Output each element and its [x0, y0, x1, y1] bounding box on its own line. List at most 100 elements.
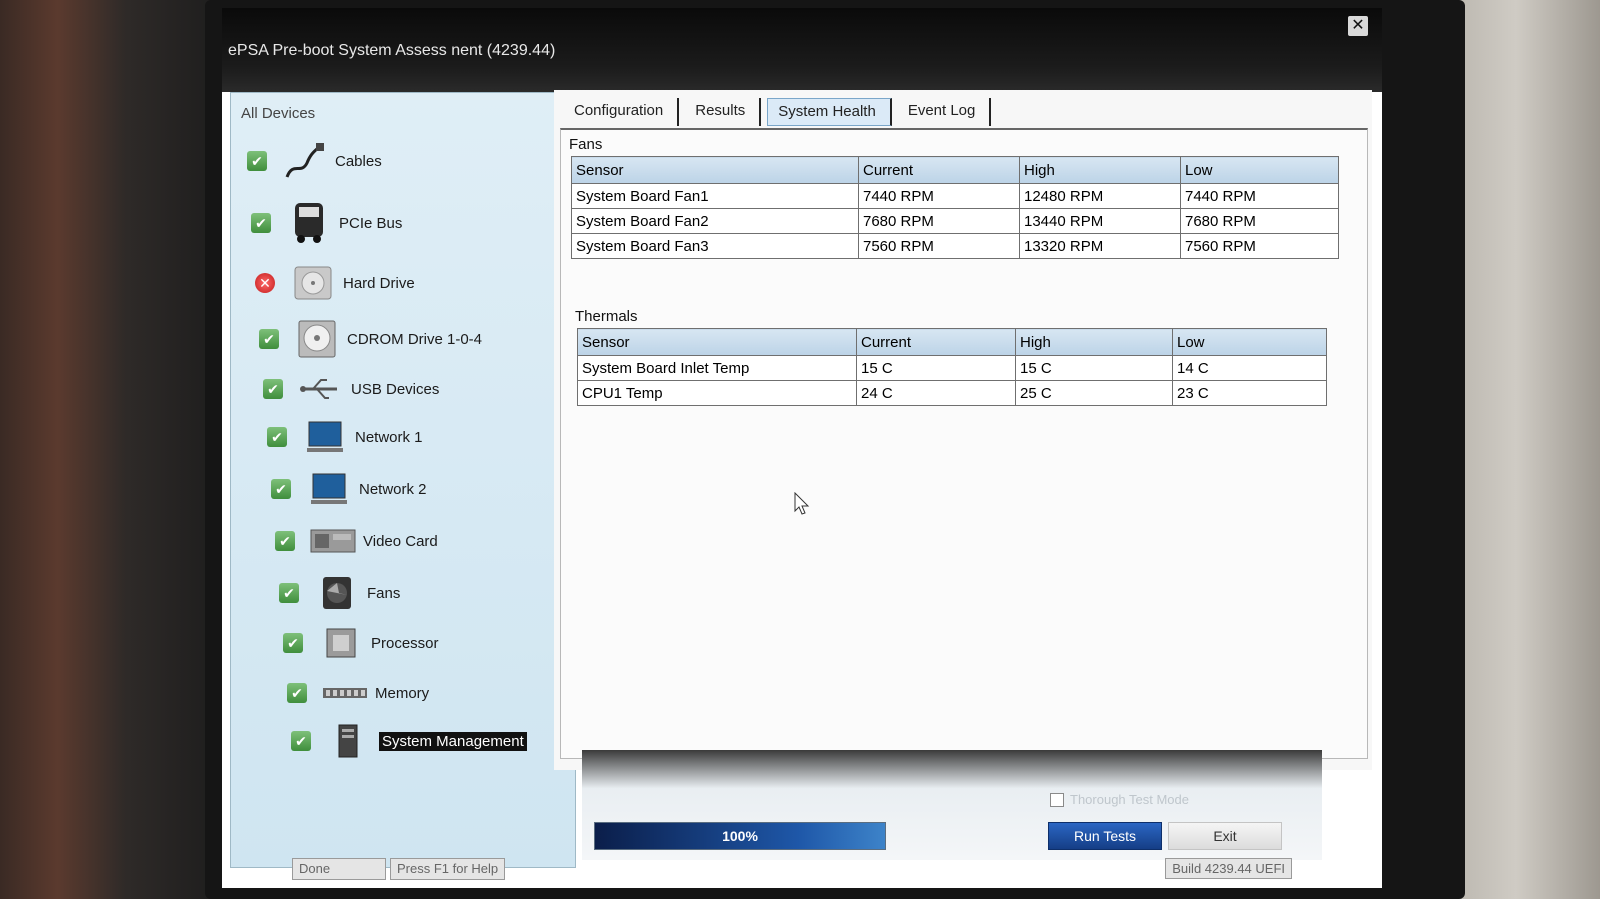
pass-check-icon: ✔ — [267, 427, 287, 447]
pass-check-icon: ✔ — [259, 329, 279, 349]
device-list-panel: All Devices ✔ Cables ✔ PCIe Bus ✕ Hard D… — [230, 92, 576, 868]
pass-check-icon: ✔ — [283, 633, 303, 653]
table-cell: 7440 RPM — [858, 183, 1020, 209]
content-area: Configuration Results System Health Even… — [554, 90, 1372, 770]
fail-x-icon: ✕ — [255, 273, 275, 293]
table-cell: 25 C — [1015, 380, 1173, 406]
thorough-test-label: Thorough Test Mode — [1070, 792, 1189, 807]
pass-check-icon: ✔ — [275, 531, 295, 551]
epsa-window: ePSA Pre-boot System Assess nent (4239.4… — [222, 8, 1382, 888]
column-header: Sensor — [577, 328, 857, 356]
table-header-row: Sensor Current High Low — [571, 156, 1339, 184]
pass-check-icon: ✔ — [271, 479, 291, 499]
table-header-row: Sensor Current High Low — [577, 328, 1327, 356]
table-cell: System Board Fan1 — [571, 183, 859, 209]
pass-check-icon: ✔ — [247, 151, 267, 171]
table-cell: 7680 RPM — [858, 208, 1020, 234]
column-header: High — [1019, 156, 1181, 184]
table-cell: 24 C — [856, 380, 1016, 406]
cable-icon — [281, 141, 329, 181]
table-cell: System Board Inlet Temp — [577, 355, 857, 381]
column-header: Sensor — [571, 156, 859, 184]
pcie-bus-icon — [285, 203, 333, 243]
device-item-network-2[interactable]: ✔ Network 2 — [271, 469, 427, 509]
memory-icon — [321, 673, 369, 713]
progress-label: 100% — [722, 828, 758, 844]
device-item-pcie-bus[interactable]: ✔ PCIe Bus — [251, 203, 402, 243]
build-info: Build 4239.44 UEFI — [1165, 858, 1292, 879]
device-item-cdrom[interactable]: ✔ CDROM Drive 1-0-4 — [259, 319, 482, 359]
table-row: System Board Fan3 7560 RPM 13320 RPM 756… — [571, 233, 1339, 259]
device-item-usb[interactable]: ✔ USB Devices — [263, 369, 439, 409]
column-header: Current — [858, 156, 1020, 184]
device-item-fans[interactable]: ✔ Fans — [279, 573, 400, 613]
status-bar: Done Press F1 for Help Build 4239.44 UEF… — [292, 858, 1382, 880]
table-cell: 7560 RPM — [858, 233, 1020, 259]
table-cell: 23 C — [1172, 380, 1327, 406]
title-bar: ePSA Pre-boot System Assess nent (4239.4… — [222, 8, 1382, 92]
column-header: High — [1015, 328, 1173, 356]
device-label: Video Card — [363, 532, 438, 550]
table-cell: 14 C — [1172, 355, 1327, 381]
help-hint: Press F1 for Help — [390, 858, 506, 880]
thorough-test-mode[interactable]: Thorough Test Mode — [1050, 792, 1189, 807]
table-row: System Board Fan2 7680 RPM 13440 RPM 768… — [571, 208, 1339, 234]
tab-configuration[interactable]: Configuration — [564, 98, 680, 126]
device-item-memory[interactable]: ✔ Memory — [287, 673, 429, 713]
device-label: USB Devices — [351, 380, 440, 398]
window-title: ePSA Pre-boot System Assess nent (4239.4… — [228, 42, 556, 59]
thorough-test-checkbox[interactable] — [1050, 792, 1064, 807]
usb-icon — [297, 369, 345, 409]
exit-button[interactable]: Exit — [1168, 822, 1282, 850]
tab-results[interactable]: Results — [685, 98, 762, 126]
pass-check-icon: ✔ — [291, 731, 311, 751]
run-tests-button[interactable]: Run Tests — [1048, 822, 1162, 850]
fans-table: Sensor Current High Low System Board Fan… — [571, 156, 1339, 259]
fans-section-title: Fans — [569, 136, 603, 153]
table-row: System Board Inlet Temp 15 C 15 C 14 C — [577, 355, 1327, 381]
device-label: Cables — [335, 152, 382, 170]
pass-check-icon: ✔ — [263, 379, 283, 399]
device-label: PCIe Bus — [339, 214, 403, 232]
table-cell: 7440 RPM — [1180, 183, 1339, 209]
background-left — [0, 0, 230, 899]
table-cell: CPU1 Temp — [577, 380, 857, 406]
table-cell: 12480 RPM — [1019, 183, 1181, 209]
system-health-panel: Fans Sensor Current High Low System Boar… — [560, 128, 1368, 759]
tab-system-health[interactable]: System Health — [767, 98, 892, 126]
device-label: Processor — [371, 634, 439, 652]
cdrom-icon — [293, 319, 341, 359]
close-button[interactable]: ✕ — [1348, 16, 1368, 36]
device-item-video-card[interactable]: ✔ Video Card — [275, 521, 438, 561]
device-label: Hard Drive — [343, 274, 415, 292]
device-label-selected: System Management — [379, 731, 527, 751]
table-cell: 15 C — [1015, 355, 1173, 381]
table-cell: System Board Fan3 — [571, 233, 859, 259]
pass-check-icon: ✔ — [287, 683, 307, 703]
tab-event-log[interactable]: Event Log — [898, 98, 992, 126]
processor-icon — [317, 623, 365, 663]
mouse-cursor-icon — [794, 492, 810, 515]
table-cell: 15 C — [856, 355, 1016, 381]
video-card-icon — [309, 521, 357, 561]
table-cell: 7680 RPM — [1180, 208, 1339, 234]
column-header: Low — [1172, 328, 1327, 356]
device-item-cables[interactable]: ✔ Cables — [247, 141, 382, 181]
device-item-processor[interactable]: ✔ Processor — [283, 623, 439, 663]
column-header: Low — [1180, 156, 1339, 184]
device-item-system-management[interactable]: ✔ System Management — [291, 721, 527, 761]
device-item-hard-drive[interactable]: ✕ Hard Drive — [255, 263, 415, 303]
device-label: CDROM Drive 1-0-4 — [347, 330, 483, 348]
all-devices-header[interactable]: All Devices — [241, 105, 315, 122]
device-label: Memory — [375, 684, 430, 702]
table-row: CPU1 Temp 24 C 25 C 23 C — [577, 380, 1327, 406]
status-text: Done — [292, 858, 386, 880]
fan-icon — [313, 573, 361, 613]
tab-bar: Configuration Results System Health Even… — [564, 98, 997, 126]
device-label: Network 2 — [359, 480, 427, 498]
thermals-table: Sensor Current High Low System Board Inl… — [577, 328, 1327, 406]
column-header: Current — [856, 328, 1016, 356]
device-item-network-1[interactable]: ✔ Network 1 — [267, 417, 423, 457]
progress-bar: 100% — [594, 822, 886, 850]
hard-drive-icon — [289, 263, 337, 303]
